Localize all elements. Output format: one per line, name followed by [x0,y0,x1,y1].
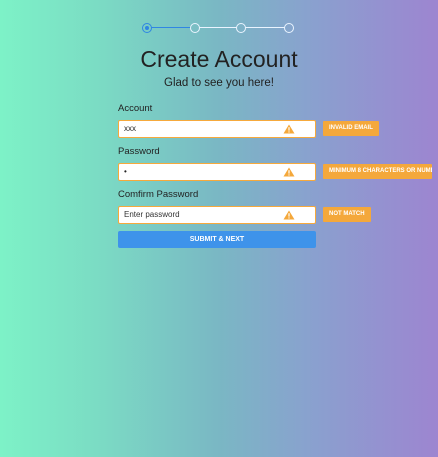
password-error-badge: MINIMUM 8 CHARACTERS OR NUMBERS [323,164,432,179]
warning-icon [283,124,295,134]
password-field[interactable] [118,163,316,181]
confirm-password-label: Comfirm Password [118,189,199,200]
step-connector-2 [199,27,237,28]
step-dot-1[interactable] [142,23,152,33]
step-dot-3[interactable] [236,23,246,33]
account-label: Account [118,103,153,114]
warning-icon [283,167,295,177]
password-label: Password [118,146,160,157]
confirm-password-input[interactable] [124,207,274,222]
confirm-password-error-badge: NOT MATCH [323,207,371,222]
warning-icon [283,210,295,220]
progress-stepper [142,22,294,34]
step-dot-4[interactable] [284,23,294,33]
account-error-badge: INVALID EMAIL [323,121,379,136]
submit-next-button[interactable]: SUBMIT & NEXT [118,231,316,248]
page-subtitle: Glad to see you here! [164,77,274,89]
page-title: Create Account [140,46,298,72]
step-connector-1 [151,27,191,28]
account-input[interactable] [124,121,274,136]
account-field[interactable] [118,120,316,138]
password-input[interactable] [124,164,274,179]
confirm-password-field[interactable] [118,206,316,224]
step-dot-2[interactable] [190,23,200,33]
step-connector-3 [245,27,285,28]
